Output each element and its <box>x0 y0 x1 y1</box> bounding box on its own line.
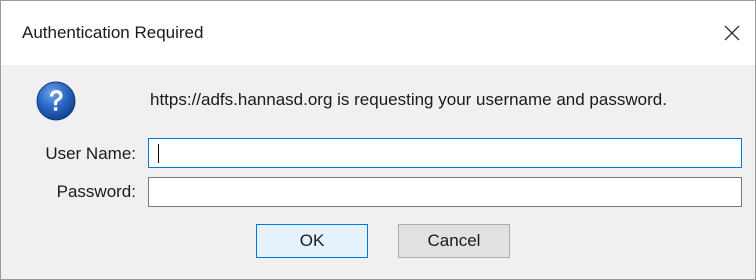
password-input[interactable] <box>148 177 742 207</box>
close-icon <box>723 24 741 42</box>
question-icon <box>36 81 76 121</box>
password-label: Password: <box>56 182 136 201</box>
cancel-button[interactable]: Cancel <box>398 224 510 258</box>
close-button[interactable] <box>709 1 755 65</box>
ok-button[interactable]: OK <box>256 224 368 258</box>
dialog-title: Authentication Required <box>22 23 204 42</box>
text-caret <box>158 144 159 163</box>
title-bar: Authentication Required <box>1 1 755 65</box>
username-input[interactable] <box>148 138 742 168</box>
username-label: User Name: <box>45 144 136 163</box>
auth-request-message: https://adfs.hannasd.org is requesting y… <box>150 90 667 109</box>
authentication-dialog: Authentication Required https://adfs.han… <box>0 0 756 280</box>
